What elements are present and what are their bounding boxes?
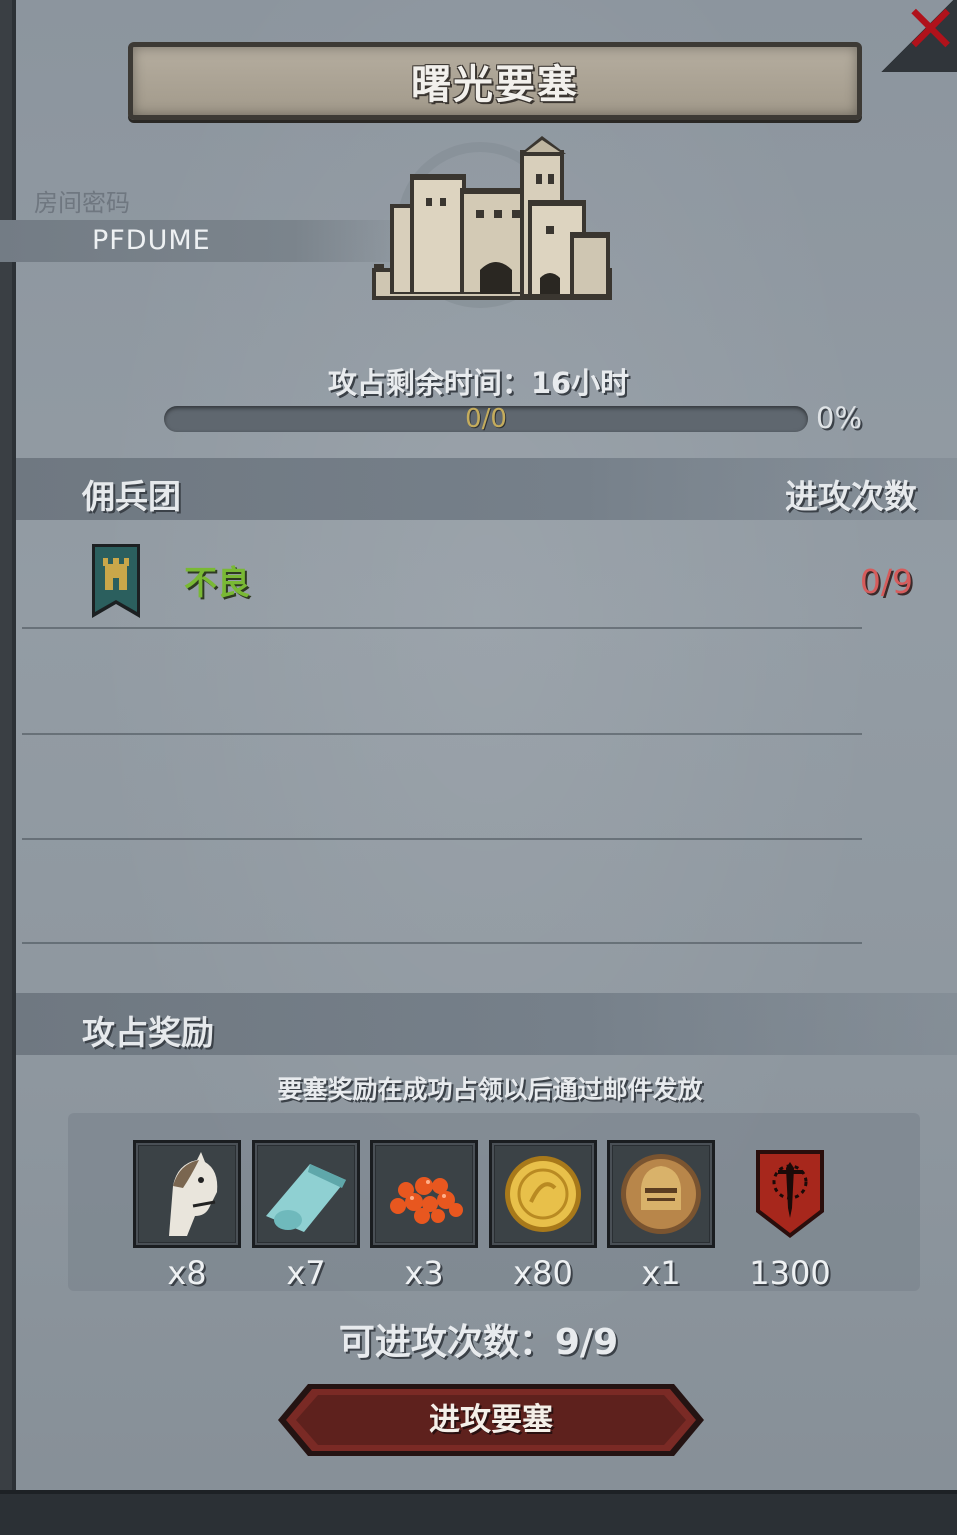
close-icon[interactable]: ✕ [903, 0, 957, 63]
capture-progress-percent: 0% [816, 401, 863, 435]
attack-fortress-button[interactable]: 进攻要塞 [278, 1382, 704, 1458]
reward-item[interactable]: x80 [489, 1140, 599, 1300]
gold-coin-icon [489, 1140, 597, 1248]
capture-progress-bar: 0/0 [164, 406, 808, 432]
reward-qty: x3 [404, 1254, 444, 1292]
reward-item[interactable]: 1300 [736, 1140, 846, 1300]
row-divider [22, 733, 862, 735]
remaining-time-text: 攻占剩余时间：16小时 [327, 366, 630, 400]
row-divider [22, 627, 862, 629]
reward-qty: x80 [513, 1254, 573, 1292]
row-divider [22, 838, 862, 840]
mercenary-attack-count: 0/9 [859, 562, 913, 601]
reward-qty: 1300 [749, 1254, 831, 1292]
title-banner: 曙光要塞 [128, 42, 862, 120]
capture-progress-text: 0/0 [465, 404, 507, 434]
room-code-value[interactable]: PFDUME [92, 225, 211, 256]
reward-section-title: 攻占奖励 [82, 1013, 214, 1052]
tower-banner-icon [90, 542, 142, 620]
attack-fortress-label: 进攻要塞 [429, 1402, 553, 1438]
reward-qty: x1 [641, 1254, 681, 1292]
cloth-roll-icon [252, 1140, 360, 1248]
reward-item[interactable]: x8 [133, 1140, 243, 1300]
reward-qty: x7 [286, 1254, 326, 1292]
available-attacks-text: 可进攻次数：9/9 [338, 1322, 619, 1363]
sword-banner-icon [736, 1140, 844, 1248]
mercenary-section-title: 佣兵团 [82, 477, 181, 516]
page-title: 曙光要塞 [411, 62, 579, 108]
reward-note: 要塞奖励在成功占领以后通过邮件发放 [277, 1075, 703, 1104]
horse-icon [133, 1140, 241, 1248]
knight-helmet-medal-icon [607, 1140, 715, 1248]
reward-item[interactable]: x1 [607, 1140, 717, 1300]
reward-qty: x8 [167, 1254, 207, 1292]
room-code-label: 房间密码 [34, 189, 130, 217]
reward-item[interactable]: x7 [252, 1140, 362, 1300]
attack-count-header: 进攻次数 [785, 477, 917, 516]
bottom-frame-edge [0, 1490, 957, 1535]
mercenary-name: 不良 [184, 563, 250, 602]
castle-icon [360, 130, 620, 320]
row-divider [22, 942, 862, 944]
red-gems-icon [370, 1140, 478, 1248]
reward-item[interactable]: x3 [370, 1140, 480, 1300]
